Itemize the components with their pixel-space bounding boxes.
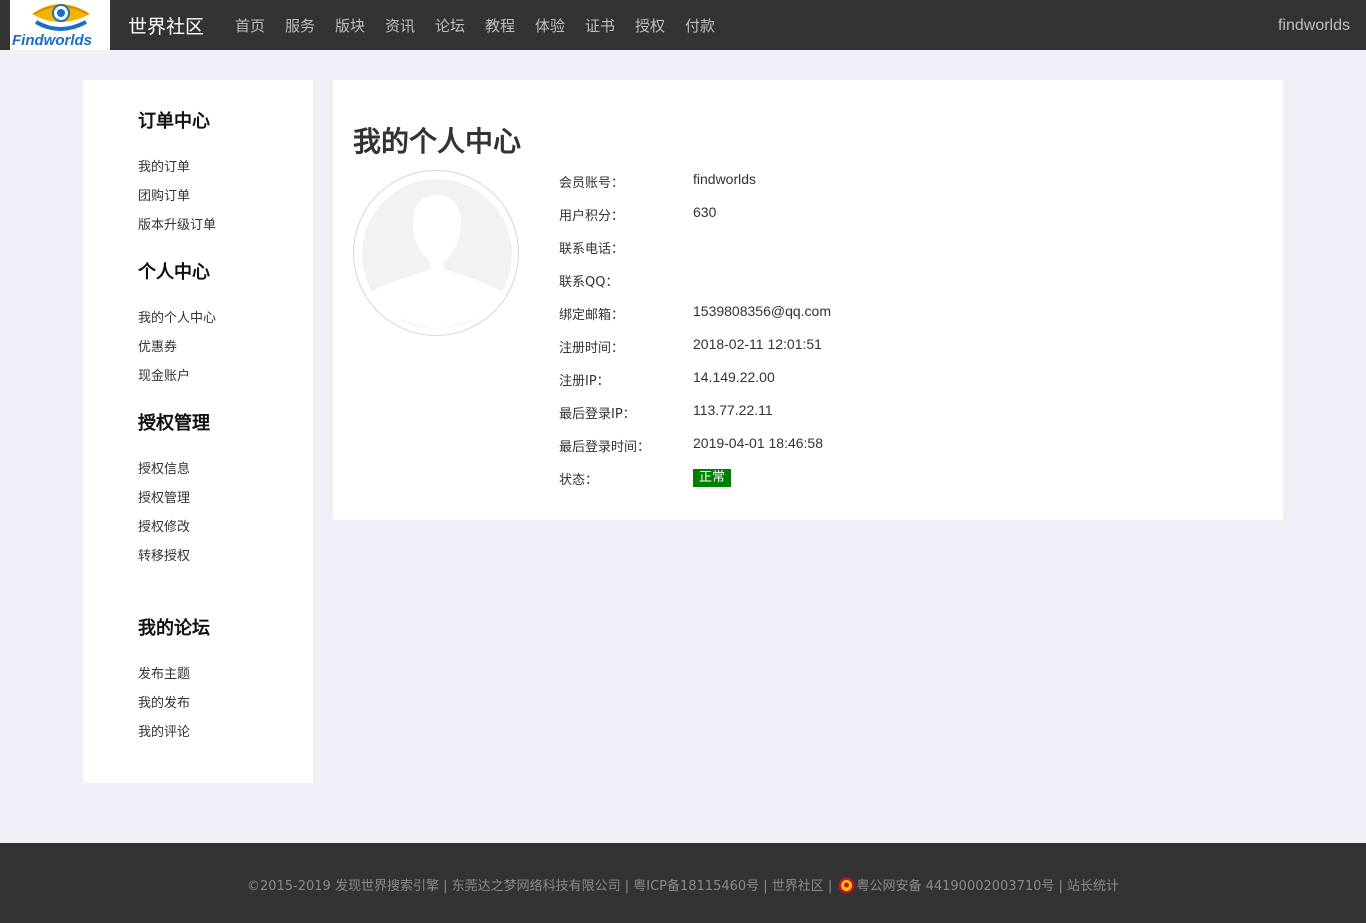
footer-text: ©2015-2019 发现世界搜索引擎 | 东莞达之梦网络科技有限公司 | 粤I… [0, 875, 1366, 894]
main-nav: 首页 服务 版块 资讯 论坛 教程 体验 证书 授权 付款 [235, 15, 735, 36]
sidebar-item-coupons[interactable]: 优惠券 [138, 336, 177, 355]
sidebar-item-group-orders[interactable]: 团购订单 [138, 185, 190, 204]
sidebar-item-license-edit[interactable]: 授权修改 [138, 516, 190, 535]
top-navbar: Findworlds 世界社区 首页 服务 版块 资讯 论坛 教程 体验 证书 … [0, 0, 1366, 50]
profile-panel: 我的个人中心 会员账号： findworlds 用户积分： 630 联系电话： … [333, 80, 1283, 520]
field-value: 1539808356@qq.com [693, 303, 831, 319]
sidebar-item-post-topic[interactable]: 发布主题 [138, 663, 190, 682]
nav-services[interactable]: 服务 [285, 15, 315, 36]
sidebar-heading-personal: 个人中心 [138, 262, 210, 283]
nav-home[interactable]: 首页 [235, 15, 265, 36]
field-label: 联系QQ： [559, 275, 619, 290]
field-value: 14.149.22.00 [693, 369, 775, 385]
field-label: 注册IP： [559, 374, 610, 389]
field-label: 状态： [559, 473, 599, 488]
field-value: 113.77.22.11 [693, 402, 773, 418]
nav-boards[interactable]: 版块 [335, 15, 365, 36]
nav-certificates[interactable]: 证书 [585, 15, 615, 36]
field-value: 2018-02-11 12:01:51 [693, 336, 822, 352]
site-brand[interactable]: 世界社区 [128, 12, 204, 39]
page-title: 我的个人中心 [353, 125, 522, 158]
sidebar-item-license-info[interactable]: 授权信息 [138, 458, 190, 477]
field-label: 最后登录IP： [559, 407, 636, 422]
field-value: 2019-04-01 18:46:58 [693, 435, 823, 451]
sidebar-heading-forum: 我的论坛 [138, 618, 210, 639]
user-menu-link[interactable]: findworlds [1278, 17, 1350, 35]
sidebar-item-license-manage[interactable]: 授权管理 [138, 487, 190, 506]
field-label: 会员账号： [559, 176, 625, 191]
footer: ©2015-2019 发现世界搜索引擎 | 东莞达之梦网络科技有限公司 | 粤I… [0, 843, 1366, 923]
nav-tutorials[interactable]: 教程 [485, 15, 515, 36]
nav-forum[interactable]: 论坛 [435, 15, 465, 36]
field-label: 绑定邮箱： [559, 308, 625, 323]
field-label: 用户积分： [559, 209, 625, 224]
user-silhouette-icon [362, 179, 512, 329]
field-value: findworlds [693, 171, 757, 187]
status-badge: 正常 [693, 469, 732, 487]
sidebar-heading-license: 授权管理 [138, 413, 210, 434]
footer-police-record[interactable]: 粤公网安备 44190002003710号 | 站长统计 [856, 879, 1119, 894]
nav-experience[interactable]: 体验 [535, 15, 565, 36]
sidebar-item-my-center[interactable]: 我的个人中心 [138, 307, 216, 326]
field-label: 注册时间： [559, 341, 625, 356]
site-logo[interactable]: Findworlds [10, 0, 110, 50]
nav-payment[interactable]: 付款 [685, 15, 715, 36]
sidebar-item-my-posts[interactable]: 我的发布 [138, 692, 190, 711]
logo-text: Findworlds [12, 32, 92, 49]
nav-news[interactable]: 资讯 [385, 15, 415, 36]
sidebar: 订单中心 我的订单 团购订单 版本升级订单 个人中心 我的个人中心 优惠券 现金… [83, 80, 313, 783]
nav-license[interactable]: 授权 [635, 15, 665, 36]
sidebar-item-my-comments[interactable]: 我的评论 [138, 721, 190, 740]
sidebar-item-cash-account[interactable]: 现金账户 [138, 365, 190, 384]
avatar [353, 170, 519, 336]
sidebar-item-license-transfer[interactable]: 转移授权 [138, 545, 190, 564]
field-label: 最后登录时间： [559, 440, 651, 455]
field-value: 630 [693, 204, 717, 220]
sidebar-item-my-orders[interactable]: 我的订单 [138, 156, 190, 175]
police-badge-icon [838, 877, 855, 894]
sidebar-heading-orders: 订单中心 [138, 111, 210, 132]
sidebar-item-upgrade-orders[interactable]: 版本升级订单 [138, 214, 216, 233]
footer-copyright[interactable]: ©2015-2019 发现世界搜索引擎 | 东莞达之梦网络科技有限公司 | 粤I… [247, 879, 832, 894]
field-label: 联系电话： [559, 242, 625, 257]
